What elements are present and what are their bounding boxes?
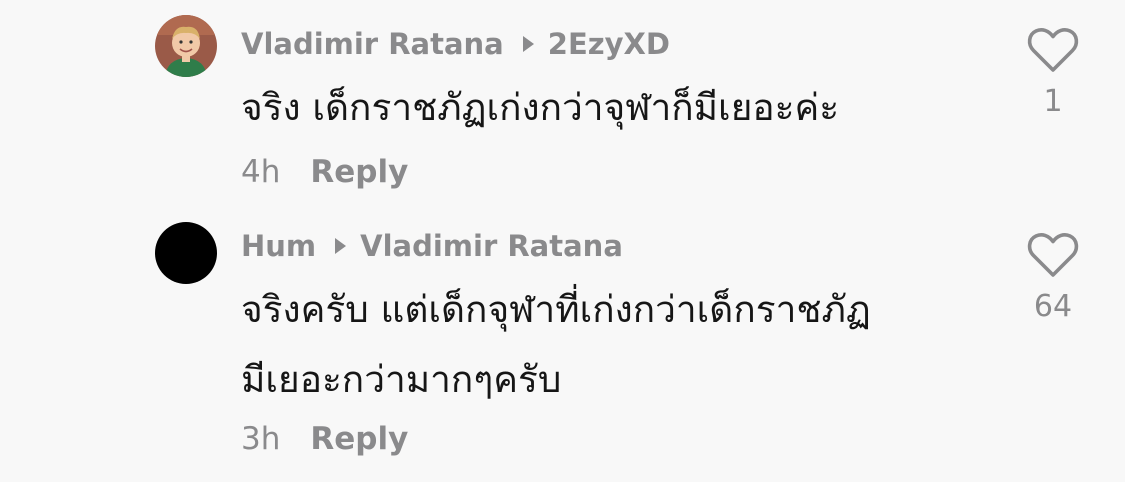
like-count: 1 (1043, 84, 1063, 119)
comment-time: 4h (241, 154, 281, 190)
comment-item: Vladimir Ratana 2EzyXD จริง เด็กราชภัฏเก… (0, 0, 1125, 215)
reply-arrow-icon (335, 238, 347, 254)
comment-text-line: จริง เด็กราชภัฏเก่งกว่าจุฬาก็มีเยอะค่ะ (241, 86, 840, 129)
comment-text-line: จริงครับ แต่เด็กจุฬาที่เก่งกว่าเด็กราชภั… (241, 288, 871, 331)
like-section: 1 (1018, 26, 1088, 119)
like-section: 64 (1018, 231, 1088, 324)
heart-outline-icon[interactable] (1026, 26, 1080, 74)
comment-text: จริงครับ แต่เด็กจุฬาที่เก่งกว่าเด็กราชภั… (241, 275, 1001, 415)
avatar[interactable] (155, 222, 217, 284)
comment-header: Vladimir Ratana 2EzyXD (241, 27, 670, 61)
comment-text: จริง เด็กราชภัฏเก่งกว่าจุฬาก็มีเยอะค่ะ (241, 73, 1001, 143)
avatar-photo (155, 15, 217, 77)
comment-header: Hum Vladimir Ratana (241, 229, 623, 263)
like-count: 64 (1033, 289, 1073, 324)
author-name[interactable]: Vladimir Ratana (241, 27, 504, 61)
comment-meta: 4h Reply (241, 154, 408, 190)
heart-outline-icon[interactable] (1026, 231, 1080, 279)
author-name[interactable]: Hum (241, 229, 316, 263)
reply-button[interactable]: Reply (310, 154, 408, 190)
avatar[interactable] (155, 15, 217, 77)
comment-meta: 3h Reply (241, 421, 408, 457)
reply-to-name[interactable]: Vladimir Ratana (360, 229, 623, 263)
reply-arrow-icon (522, 36, 534, 52)
reply-button[interactable]: Reply (310, 421, 408, 457)
comment-text-line: มีเยอะกว่ามากๆครับ (241, 358, 562, 401)
reply-to-name[interactable]: 2EzyXD (548, 27, 670, 61)
comment-time: 3h (241, 421, 281, 457)
comment-item: Hum Vladimir Ratana จริงครับ แต่เด็กจุฬา… (0, 215, 1125, 482)
